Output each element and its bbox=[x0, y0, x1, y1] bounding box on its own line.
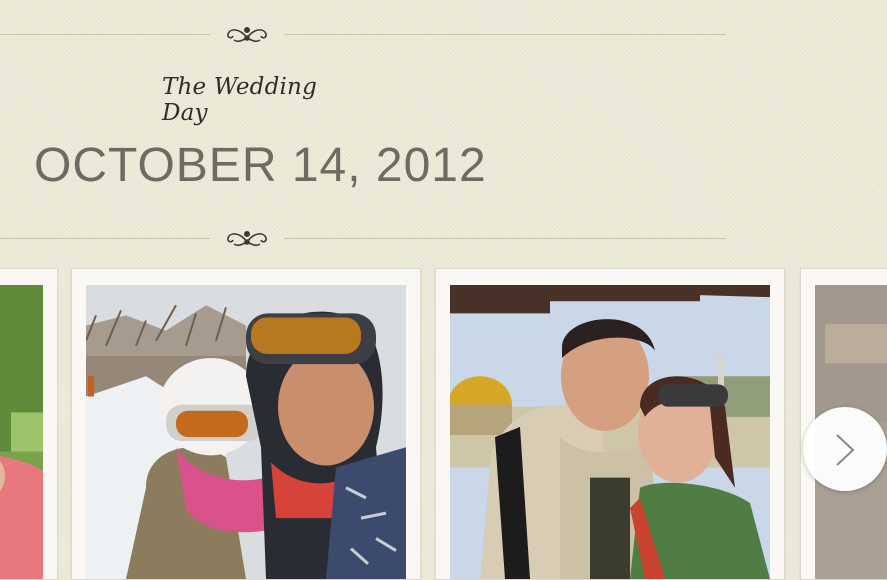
gallery-photo bbox=[450, 285, 770, 579]
chevron-right-icon bbox=[836, 434, 855, 466]
gallery-photo bbox=[0, 285, 43, 579]
photo-gallery bbox=[0, 268, 887, 580]
photo-card-ski[interactable] bbox=[71, 268, 421, 580]
gallery-photo bbox=[86, 285, 406, 579]
photo-jerusalem-couple-icon bbox=[450, 285, 770, 579]
photo-card-partial-left[interactable] bbox=[0, 268, 58, 580]
photo-card-jerusalem[interactable] bbox=[435, 268, 785, 580]
event-date: OCTOBER 14, 2012 bbox=[34, 139, 487, 192]
flourish-ornament-icon bbox=[227, 231, 267, 247]
page-subtitle: The Wedding Day bbox=[162, 74, 317, 126]
bottom-divider bbox=[0, 226, 728, 252]
photo-partial-left-icon bbox=[0, 285, 43, 579]
top-divider bbox=[0, 22, 728, 48]
flourish-ornament-icon bbox=[227, 27, 267, 43]
photo-ski-couple-icon bbox=[86, 285, 406, 579]
next-photo-button[interactable] bbox=[803, 407, 887, 491]
